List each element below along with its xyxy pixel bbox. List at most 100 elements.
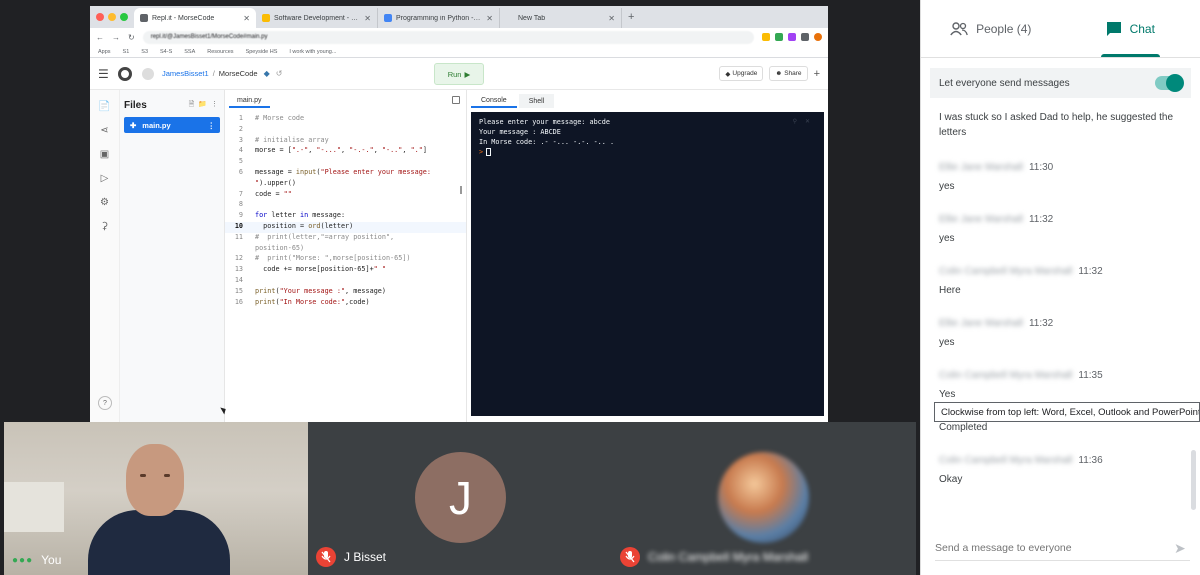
console-output[interactable]: ⚲ ✕ Please enter your message: abcde Your…: [471, 112, 824, 416]
new-file-icon[interactable]: 🗎: [189, 100, 195, 111]
editor-tab[interactable]: main.py: [229, 94, 270, 108]
reload-icon[interactable]: ↻: [128, 33, 135, 42]
chat-message: Colin Campbell Myra Marshall 11:32 Here: [939, 266, 1190, 298]
menu-icon[interactable]: ☰: [98, 67, 112, 81]
text-cursor: [486, 148, 492, 156]
breadcrumb-owner[interactable]: JamesBisset1: [162, 69, 209, 78]
history-icon[interactable]: ↺: [276, 69, 283, 78]
meeting-stage: Repl.it - MorseCode ✕ Software Development…: [0, 0, 920, 575]
close-window-icon[interactable]: [96, 13, 104, 21]
add-icon[interactable]: +: [814, 68, 820, 80]
file-item-main-py[interactable]: ✚ main.py ⋮: [124, 117, 220, 133]
editor-layout-icon[interactable]: [452, 96, 460, 104]
bookmark-item[interactable]: S1: [123, 49, 130, 55]
code-line[interactable]: 3 # initialise array: [225, 136, 466, 147]
database-icon[interactable]: ⚳: [97, 220, 113, 234]
browser-tab[interactable]: Programming in Python - Less ✕: [378, 8, 500, 28]
bookmark-item[interactable]: I work with young...: [289, 49, 336, 55]
replit-logo-icon[interactable]: [118, 66, 132, 81]
upgrade-button[interactable]: ◆ Upgrade: [719, 66, 764, 81]
breadcrumb-separator: /: [212, 69, 215, 78]
user-avatar[interactable]: [142, 67, 154, 80]
code-line[interactable]: 14: [225, 276, 466, 287]
code-line[interactable]: 2: [225, 125, 466, 136]
line-text: # print(letter,"=array position",: [255, 232, 395, 241]
tab-people[interactable]: People (4): [921, 0, 1061, 57]
tile-label-third: Colin Campbell Myra Marshall: [620, 547, 808, 567]
puzzle-icon[interactable]: [801, 33, 809, 41]
file-menu-icon[interactable]: ⋮: [208, 121, 216, 130]
close-tab-icon[interactable]: ✕: [243, 14, 250, 23]
bookmark-item[interactable]: Speyside HS: [246, 49, 278, 55]
close-tab-icon[interactable]: ✕: [486, 14, 493, 23]
code-line[interactable]: 6 message = input("Please enter your mess…: [225, 168, 466, 179]
files-icon[interactable]: 📄: [97, 100, 113, 114]
code-line[interactable]: 10 position = ord(letter): [225, 221, 466, 233]
packages-icon[interactable]: ▣: [97, 148, 113, 162]
chat-messages: I was stuck so I asked Dad to help, he s…: [939, 110, 1190, 507]
chat-message-input[interactable]: [935, 541, 1174, 554]
search-icon[interactable]: ⚲: [793, 118, 797, 125]
version-control-icon[interactable]: ⋖: [97, 124, 113, 138]
debugger-icon[interactable]: ▷: [97, 172, 113, 186]
extension-icon[interactable]: [762, 33, 770, 41]
help-icon[interactable]: ?: [98, 396, 112, 410]
new-folder-icon[interactable]: 📁: [198, 100, 207, 111]
bookmark-item[interactable]: S4-S: [160, 49, 172, 55]
line-text: code = "": [255, 189, 292, 198]
share-label: Share: [784, 70, 802, 77]
minimize-window-icon[interactable]: [108, 13, 116, 21]
extension-icon[interactable]: [788, 33, 796, 41]
let-everyone-send-toggle[interactable]: [1155, 74, 1184, 92]
tab-chat[interactable]: Chat: [1061, 0, 1200, 57]
close-tab-icon[interactable]: ✕: [608, 14, 615, 23]
forward-icon[interactable]: →: [112, 33, 120, 42]
tab-shell[interactable]: Shell: [518, 94, 555, 108]
chat-message: Ellie Jane Marshall 11:32 yes: [939, 214, 1190, 246]
new-tab-button[interactable]: +: [628, 11, 634, 23]
profile-avatar[interactable]: [814, 33, 822, 41]
extension-icon[interactable]: [775, 33, 783, 41]
eye: [140, 474, 146, 477]
browser-tab[interactable]: Repl.it - MorseCode ✕: [134, 8, 256, 28]
code-line[interactable]: ").upper(): [225, 179, 466, 190]
browser-tab[interactable]: Software Development - Goog ✕: [256, 8, 378, 28]
send-icon[interactable]: ➤: [1174, 540, 1190, 556]
back-icon[interactable]: ←: [96, 33, 104, 42]
code-line[interactable]: position-65): [225, 244, 466, 255]
settings-gear-icon[interactable]: ⚙: [97, 196, 113, 210]
run-button[interactable]: Run ▶: [434, 63, 484, 85]
browser-tab[interactable]: New Tab ✕: [500, 8, 622, 28]
close-tab-icon[interactable]: ✕: [364, 14, 371, 23]
share-button[interactable]: ☻ Share: [769, 66, 808, 81]
code-line[interactable]: 5: [225, 157, 466, 168]
code-line[interactable]: 7 code = "": [225, 190, 466, 201]
bookmark-item[interactable]: S3: [141, 49, 148, 55]
code-line[interactable]: 1 # Morse code: [225, 114, 466, 125]
code-line[interactable]: 16 print("In Morse code:",code): [225, 298, 466, 309]
bookmark-item[interactable]: Apps: [98, 49, 111, 55]
chat-scrollbar[interactable]: [1191, 450, 1196, 510]
code-line[interactable]: 12 # print("Morse: ",morse[position-65]): [225, 254, 466, 265]
bookmark-item[interactable]: Resources: [207, 49, 233, 55]
participant-tile-third[interactable]: Colin Campbell Myra Marshall: [612, 422, 916, 575]
bookmark-item[interactable]: SSA: [184, 49, 195, 55]
more-options-icon[interactable]: ⋮: [211, 100, 218, 111]
participant-tile-j-bisset[interactable]: J J Bisset: [308, 422, 612, 575]
code-line[interactable]: 9 for letter in message:: [225, 211, 466, 222]
code-lines[interactable]: 1 # Morse code 2 3 # initialise array 4 morse …: [225, 114, 466, 308]
editor-scrollbar[interactable]: [460, 186, 462, 194]
url-bar[interactable]: repl.it/@JamesBisset1/MorseCode#main.py: [142, 30, 754, 44]
code-line[interactable]: 8: [225, 200, 466, 211]
code-line[interactable]: 13 code += morse[position-65]+" ": [225, 265, 466, 276]
upgrade-label: Upgrade: [732, 70, 758, 77]
clear-icon[interactable]: ✕: [805, 118, 810, 125]
code-line[interactable]: 4 morse = [".-", "-...", "-.-.", "-..", "…: [225, 146, 466, 157]
code-editor[interactable]: main.py 1 # Morse code 2 3 # initialise arra…: [225, 90, 467, 422]
maximize-window-icon[interactable]: [120, 13, 128, 21]
tab-console[interactable]: Console: [471, 94, 517, 108]
participant-tile-you[interactable]: ●●● You: [4, 422, 308, 575]
code-line[interactable]: 11 # print(letter,"=array position",: [225, 233, 466, 244]
breadcrumb-project[interactable]: MorseCode: [219, 69, 258, 78]
code-line[interactable]: 15 print("Your message :", message): [225, 287, 466, 298]
